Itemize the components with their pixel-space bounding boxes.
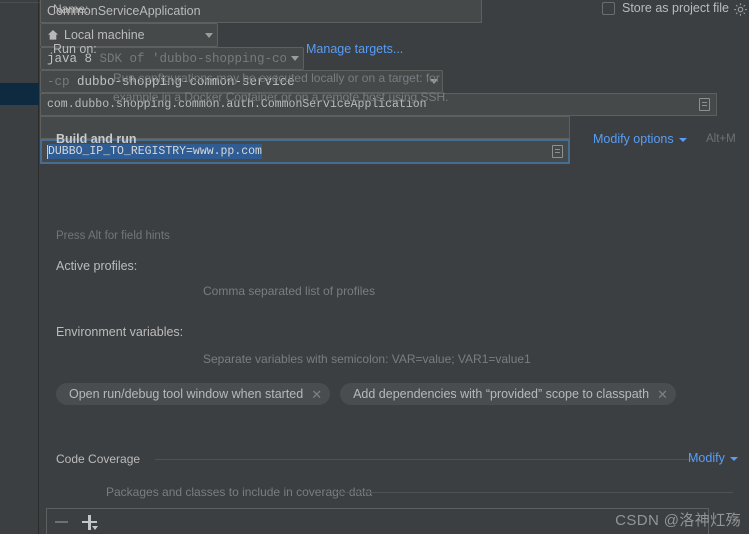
close-icon[interactable]: ✕ [657,388,668,401]
configurations-tree-sidebar[interactable] [0,0,39,534]
expand-editor-icon[interactable] [699,98,710,111]
name-label: Name: [53,2,89,16]
run-on-description-line1: Run configurations may be executed local… [113,71,440,85]
store-as-project-file-checkbox[interactable]: Store as project file [602,1,729,15]
code-coverage-title: Code Coverage [56,452,141,466]
chip-label: Add dependencies with “provided” scope t… [353,387,650,401]
code-coverage-divider [155,459,700,460]
modify-options-link[interactable]: Modify options [593,132,687,146]
packages-include-title: Packages and classes to include in cover… [106,485,373,499]
expand-editor-icon[interactable] [552,145,563,158]
classpath-prefix: -cp [47,74,70,89]
run-on-label: Run on: [53,42,97,56]
jdk-suffix: SDK of 'dubbo-shopping-com [99,51,286,66]
coverage-patterns-toolbar[interactable] [46,508,709,534]
gear-icon[interactable] [733,2,748,20]
chip-add-provided-dependencies[interactable]: Add dependencies with “provided” scope t… [340,383,677,405]
chip-open-run-debug-tool-window[interactable]: Open run/debug tool window when started … [56,383,331,405]
active-profiles-label: Active profiles: [56,259,138,273]
packages-include-divider [336,492,733,493]
modify-options-shortcut: Alt+M [706,133,736,145]
csdn-watermark: CSDN @洛神灴殇 [615,512,741,529]
option-chips: Open run/debug tool window when started … [56,383,677,405]
home-icon [47,29,59,41]
environment-variables-label: Environment variables: [56,325,184,339]
sidebar-selected-item[interactable] [0,83,39,105]
chevron-down-icon [205,32,213,38]
checkbox-box[interactable] [602,1,615,15]
store-as-project-file-label: Store as project file [622,1,729,15]
minus-icon[interactable] [55,520,68,523]
chevron-down-icon [678,137,687,142]
environment-variables-value: DUBBO_IP_TO_REGISTRY=www.pp.com [48,144,262,159]
sidebar-divider [0,2,39,3]
field-hints-text: Press Alt for field hints [56,230,170,242]
name-input[interactable]: CommonServiceApplication [40,0,482,23]
chevron-down-icon [291,56,299,61]
chevron-down-icon [729,456,738,461]
run-on-target-value: Local machine [64,28,145,42]
active-profiles-hint: Comma separated list of profiles [203,284,376,298]
modify-options-label: Modify options [593,132,674,146]
chip-label: Open run/debug tool window when started [69,387,304,401]
run-debug-configuration-panel: Name: CommonServiceApplication Store as … [40,0,749,534]
run-on-description-line2: example in a Docker Container or on a re… [113,90,449,104]
manage-targets-link[interactable]: Manage targets... [306,42,403,56]
build-and-run-title: Build and run [56,132,137,146]
modify-label: Modify [688,451,725,465]
plus-dropdown-icon[interactable] [82,514,100,530]
code-coverage-modify-link[interactable]: Modify [688,451,738,465]
environment-variables-hint: Separate variables with semicolon: VAR=v… [203,352,531,366]
close-icon[interactable]: ✕ [311,388,322,401]
